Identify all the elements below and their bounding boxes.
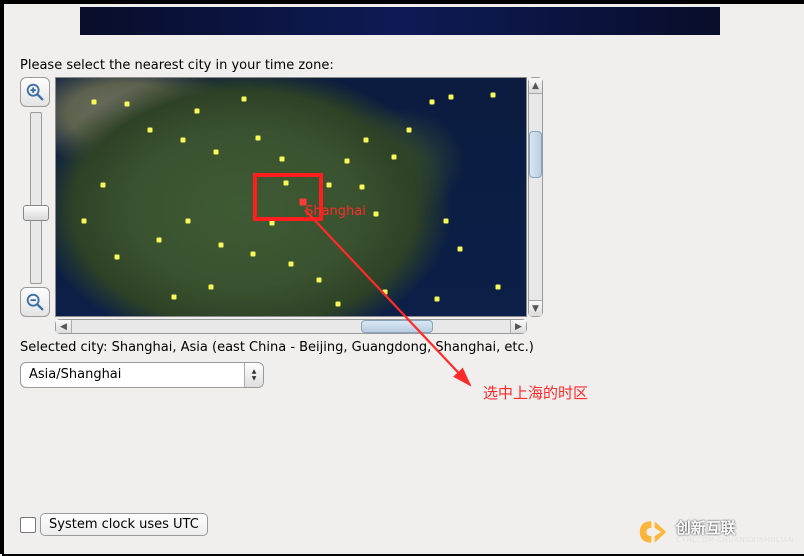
- timezone-value: Asia/Shanghai: [21, 363, 244, 387]
- watermark-logo-icon: [636, 518, 670, 546]
- selected-city-text: Selected city: Shanghai, Asia (east Chin…: [20, 340, 534, 355]
- scroll-left-icon[interactable]: ◀: [56, 320, 72, 333]
- city-shanghai-label: Shanghai: [305, 204, 366, 219]
- zoom-slider-track[interactable]: [30, 112, 42, 284]
- watermark-brand: 创新互联: [676, 521, 794, 536]
- timezone-combobox[interactable]: Asia/Shanghai ▲▼: [20, 362, 264, 388]
- annotation-text: 选中上海的时区: [483, 382, 588, 403]
- watermark: 创新互联 CXHLCOM·CHUANGXINHULIAN: [636, 518, 794, 546]
- zoom-slider-handle[interactable]: [23, 205, 49, 221]
- watermark-subtext: CXHLCOM·CHUANGXINHULIAN: [676, 536, 794, 544]
- installer-banner: [80, 7, 720, 35]
- combobox-spinner-icon[interactable]: ▲▼: [244, 363, 263, 387]
- map-vertical-scrollbar[interactable]: ▲ ▼: [528, 77, 543, 317]
- zoom-in-icon: [24, 81, 46, 103]
- map-horizontal-scrollbar[interactable]: ◀ ▶: [55, 319, 527, 334]
- timezone-map[interactable]: Shanghai: [55, 77, 527, 317]
- zoom-out-icon: [24, 291, 46, 313]
- timezone-prompt: Please select the nearest city in your t…: [20, 58, 334, 73]
- scroll-up-icon[interactable]: ▲: [529, 78, 542, 94]
- vscroll-thumb[interactable]: [529, 131, 542, 178]
- zoom-in-button[interactable]: [20, 77, 50, 107]
- scroll-down-icon[interactable]: ▼: [529, 300, 542, 316]
- hscroll-thumb[interactable]: [361, 320, 433, 333]
- zoom-out-button[interactable]: [20, 287, 50, 317]
- utc-checkbox-label[interactable]: System clock uses UTC: [40, 513, 208, 536]
- scroll-right-icon[interactable]: ▶: [510, 320, 526, 333]
- utc-checkbox[interactable]: [20, 517, 36, 533]
